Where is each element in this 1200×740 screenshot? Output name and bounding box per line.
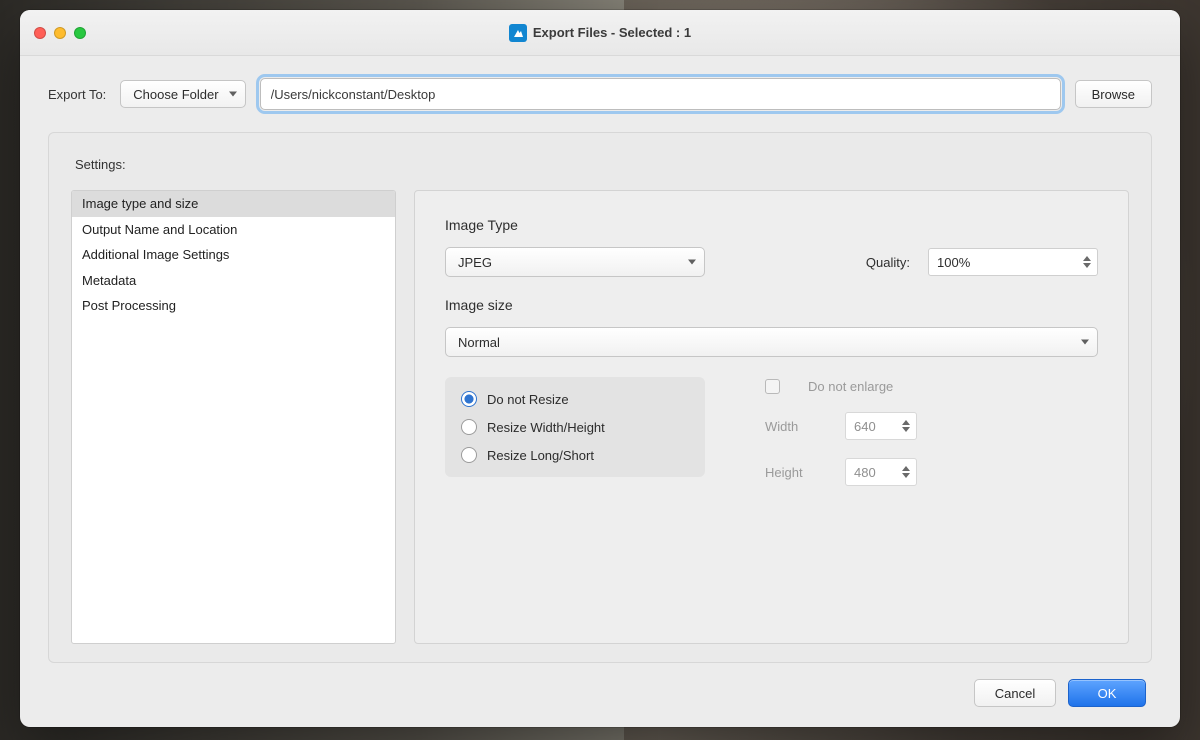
quality-label: Quality:	[866, 255, 910, 270]
chevron-up-icon	[902, 466, 910, 471]
window-controls	[34, 27, 86, 39]
image-size-value: Normal	[458, 335, 500, 350]
window-title-text: Export Files - Selected : 1	[533, 25, 691, 40]
dialog-body: Export To: Choose Folder Browse Settings…	[20, 56, 1180, 727]
chevron-up-icon	[902, 420, 910, 425]
settings-item-post-processing[interactable]: Post Processing	[72, 293, 395, 319]
close-icon[interactable]	[34, 27, 46, 39]
minimize-icon[interactable]	[54, 27, 66, 39]
width-line: Width 640	[765, 412, 917, 440]
stepper-arrows[interactable]	[1079, 251, 1095, 273]
settings-detail-panel: Image Type JPEG Quality: 100%	[414, 190, 1129, 644]
settings-split: Image type and size Output Name and Loca…	[71, 190, 1129, 644]
choose-folder-combo[interactable]: Choose Folder	[120, 80, 245, 108]
resize-radio-group: Do not Resize Resize Width/Height Resize…	[445, 377, 705, 477]
quality-value: 100%	[937, 255, 970, 270]
titlebar: Export Files - Selected : 1	[20, 10, 1180, 56]
image-type-label: Image Type	[445, 217, 1098, 233]
browse-button[interactable]: Browse	[1075, 80, 1152, 108]
chevron-down-icon	[1081, 340, 1089, 345]
settings-item-image-type-and-size[interactable]: Image type and size	[72, 191, 395, 217]
chevron-up-icon	[1083, 256, 1091, 261]
cancel-button[interactable]: Cancel	[974, 679, 1056, 707]
choose-folder-value: Choose Folder	[133, 87, 218, 102]
settings-category-list[interactable]: Image type and size Output Name and Loca…	[71, 190, 396, 644]
height-line: Height 480	[765, 458, 917, 486]
chevron-down-icon	[1083, 263, 1091, 268]
height-value: 480	[854, 465, 876, 480]
dimension-controls: Do not enlarge Width 640	[765, 379, 917, 486]
radio-do-not-resize[interactable]: Do not Resize	[461, 391, 679, 407]
radio-icon	[461, 447, 477, 463]
stepper-arrows[interactable]	[898, 461, 914, 483]
width-stepper[interactable]: 640	[845, 412, 917, 440]
quality-stepper[interactable]: 100%	[928, 248, 1098, 276]
export-path-input[interactable]	[260, 78, 1061, 110]
chevron-down-icon	[688, 260, 696, 265]
image-type-value: JPEG	[458, 255, 492, 270]
resize-options: Do not Resize Resize Width/Height Resize…	[445, 377, 1098, 486]
chevron-down-icon	[229, 92, 237, 97]
width-value: 640	[854, 419, 876, 434]
image-type-row: JPEG Quality: 100%	[445, 247, 1098, 277]
dialog-footer: Cancel OK	[48, 663, 1152, 709]
window-title: Export Files - Selected : 1	[20, 24, 1180, 42]
height-label: Height	[765, 465, 825, 480]
image-type-select[interactable]: JPEG	[445, 247, 705, 277]
export-dialog: Export Files - Selected : 1 Export To: C…	[20, 10, 1180, 727]
ok-button[interactable]: OK	[1068, 679, 1146, 707]
chevron-down-icon	[902, 473, 910, 478]
width-label: Width	[765, 419, 825, 434]
stepper-arrows[interactable]	[898, 415, 914, 437]
height-stepper[interactable]: 480	[845, 458, 917, 486]
settings-item-metadata[interactable]: Metadata	[72, 268, 395, 294]
settings-item-output-name-location[interactable]: Output Name and Location	[72, 217, 395, 243]
image-size-label: Image size	[445, 297, 1098, 313]
radio-label: Resize Long/Short	[487, 448, 594, 463]
settings-heading: Settings:	[75, 157, 1129, 172]
chevron-down-icon	[902, 427, 910, 432]
app-icon	[509, 24, 527, 42]
settings-panel: Settings: Image type and size Output Nam…	[48, 132, 1152, 663]
radio-icon	[461, 419, 477, 435]
zoom-icon[interactable]	[74, 27, 86, 39]
radio-label: Resize Width/Height	[487, 420, 605, 435]
export-to-row: Export To: Choose Folder Browse	[48, 78, 1152, 110]
do-not-enlarge-label: Do not enlarge	[808, 379, 893, 394]
do-not-enlarge-checkbox[interactable]	[765, 379, 780, 394]
image-size-row: Normal	[445, 327, 1098, 357]
radio-resize-width-height[interactable]: Resize Width/Height	[461, 419, 679, 435]
settings-item-additional-image-settings[interactable]: Additional Image Settings	[72, 242, 395, 268]
export-to-label: Export To:	[48, 87, 106, 102]
image-size-select[interactable]: Normal	[445, 327, 1098, 357]
radio-icon	[461, 391, 477, 407]
do-not-enlarge-line: Do not enlarge	[765, 379, 917, 394]
radio-label: Do not Resize	[487, 392, 569, 407]
radio-resize-long-short[interactable]: Resize Long/Short	[461, 447, 679, 463]
